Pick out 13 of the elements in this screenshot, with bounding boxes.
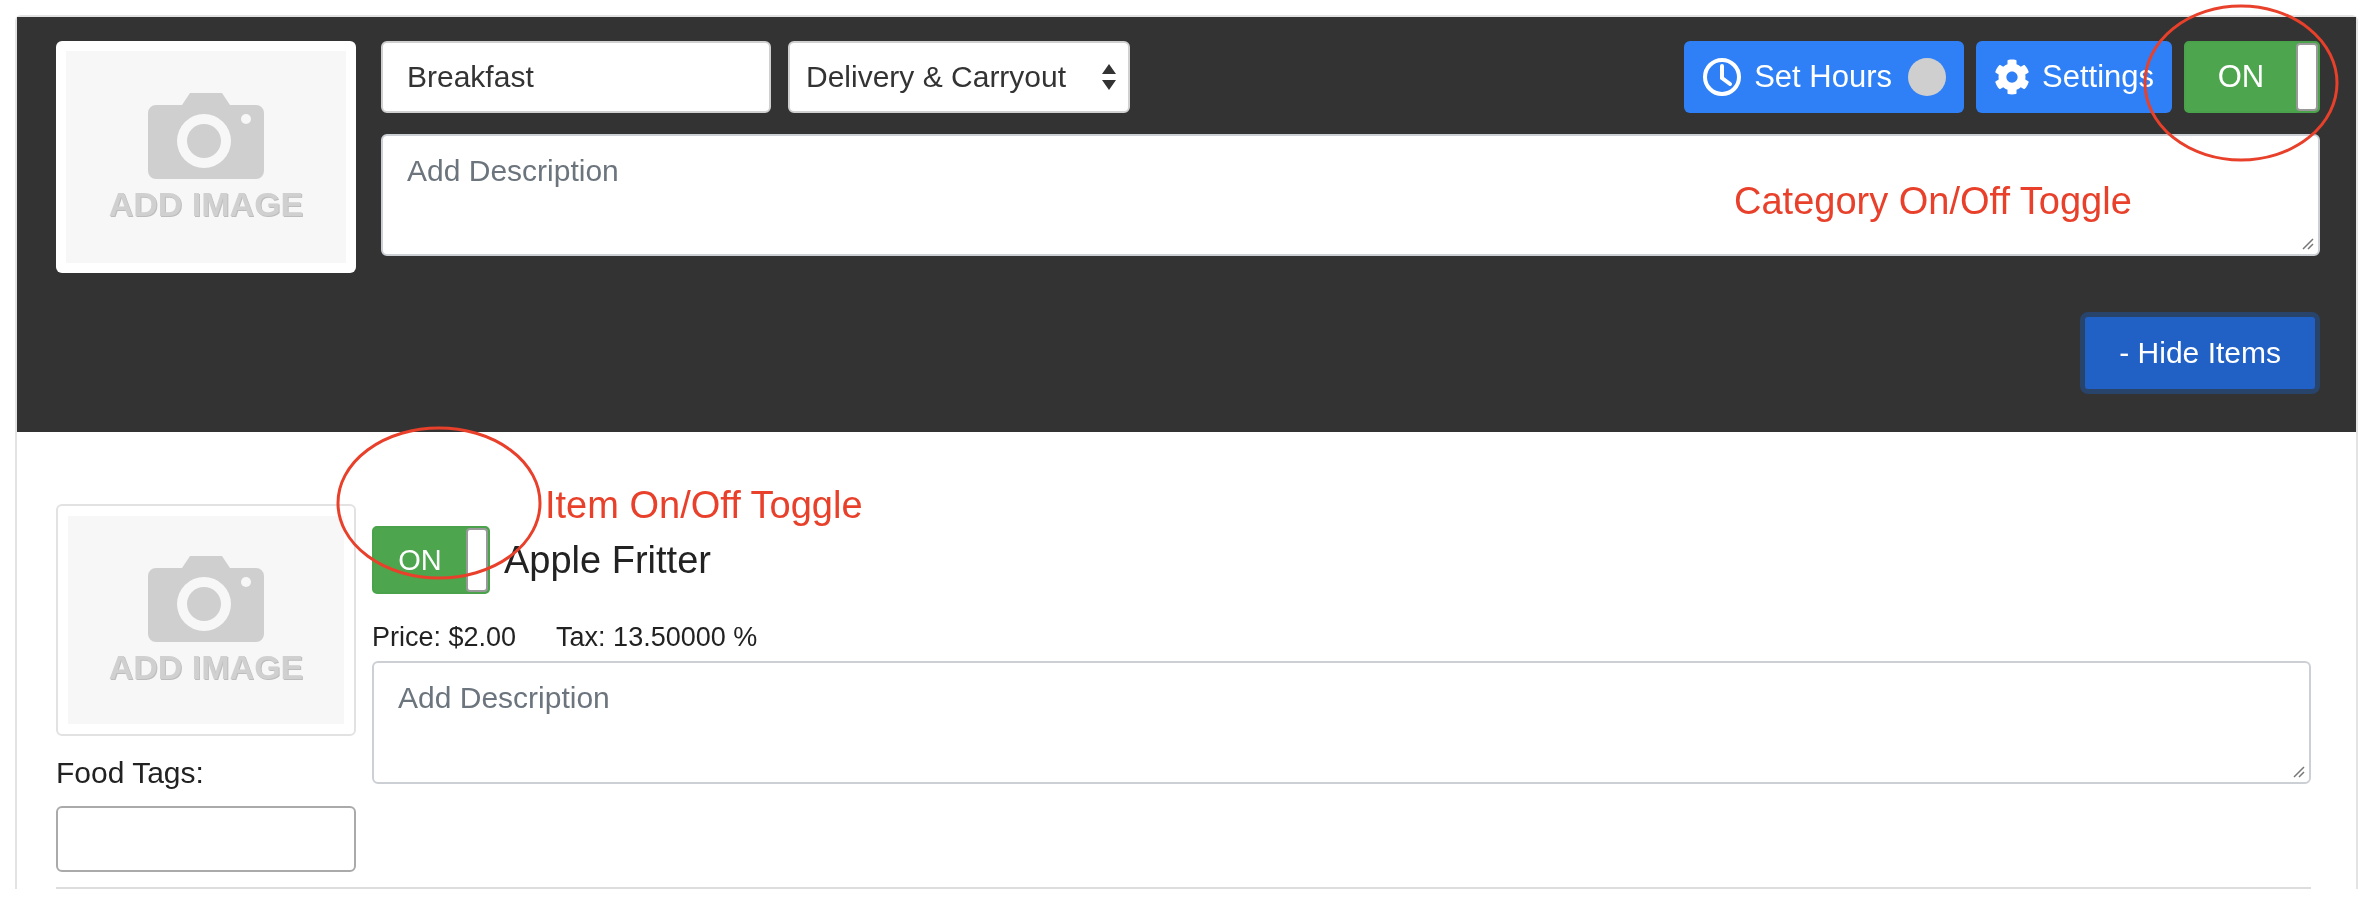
category-name-field[interactable]: Breakfast [381,41,771,113]
set-hours-button[interactable]: Set Hours [1684,41,1964,113]
price-text: Price: $2.00 [372,622,517,653]
description-field[interactable]: Add Description [372,661,2311,784]
food-tags-label: Food Tags: [56,756,205,790]
hide-items-button[interactable]: - Hide Items [2080,312,2320,394]
annotation-text: Item On/Off Toggle [545,484,863,527]
order-type-select[interactable]: Delivery & Carryout [788,41,1130,113]
on-off-toggle[interactable]: ON [2184,41,2320,113]
annotation-text: Category On/Off Toggle [1734,180,2132,223]
on-off-toggle[interactable]: ON [372,526,490,594]
item-name: Apple Fritter [504,538,711,582]
tax-text: Tax: 13.50000 % [556,622,758,653]
